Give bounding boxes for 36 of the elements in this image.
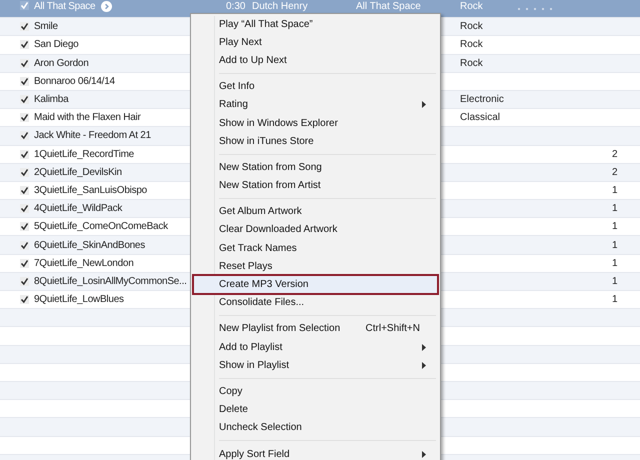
track-name: Aron Gordon xyxy=(34,58,89,69)
track-name: 5QuietLife_ComeOnComeBack xyxy=(34,221,168,232)
track-genre: Rock xyxy=(460,21,484,32)
play-count: 2 xyxy=(612,166,619,178)
track-genre: Rock xyxy=(460,1,484,12)
track-album: All That Space xyxy=(356,1,422,12)
track-name: All That Space xyxy=(34,1,96,12)
track-artist: Dutch Henry xyxy=(252,1,309,12)
track-genre: Rock xyxy=(460,39,484,50)
track-name: 2QuietLife_DevilsKin xyxy=(34,166,122,178)
track-genre: Rock xyxy=(460,58,484,69)
track-name: 3QuietLife_SanLuisObispo xyxy=(34,184,147,196)
play-count: 1 xyxy=(612,276,619,287)
track-name: Kalimba xyxy=(34,94,68,106)
shortcut-text: Ctrl+Shift+N xyxy=(366,323,420,334)
play-count: 2 xyxy=(612,148,619,160)
track-time: 0:30 xyxy=(226,1,246,12)
play-count: 1 xyxy=(612,221,619,232)
track-name: 7QuietLife_NewLondon xyxy=(34,258,134,269)
track-name: Maid with the Flaxen Hair xyxy=(34,112,141,124)
play-count: 1 xyxy=(612,258,619,269)
track-genre: Electronic xyxy=(460,94,505,106)
track-name: Jack White - Freedom At 21 xyxy=(34,130,151,142)
track-name: 4QuietLife_WildPack xyxy=(34,203,122,214)
track-name: San Diego xyxy=(34,39,78,50)
play-count: 1 xyxy=(612,184,619,196)
play-count: 1 xyxy=(612,240,619,251)
play-count: 1 xyxy=(612,294,619,306)
track-name: 9QuietLife_LowBlues xyxy=(34,294,124,306)
track-genre: Classical xyxy=(460,112,502,124)
track-name: 8QuietLife_LosinAllMyCommonSe... xyxy=(34,276,187,287)
play-count: 1 xyxy=(612,203,619,214)
track-name: Smile xyxy=(34,21,58,32)
track-name: 6QuietLife_SkinAndBones xyxy=(34,240,145,251)
track-name: Bonnaroo 06/14/14 xyxy=(34,76,115,87)
track-name: 1QuietLife_RecordTime xyxy=(34,148,134,160)
